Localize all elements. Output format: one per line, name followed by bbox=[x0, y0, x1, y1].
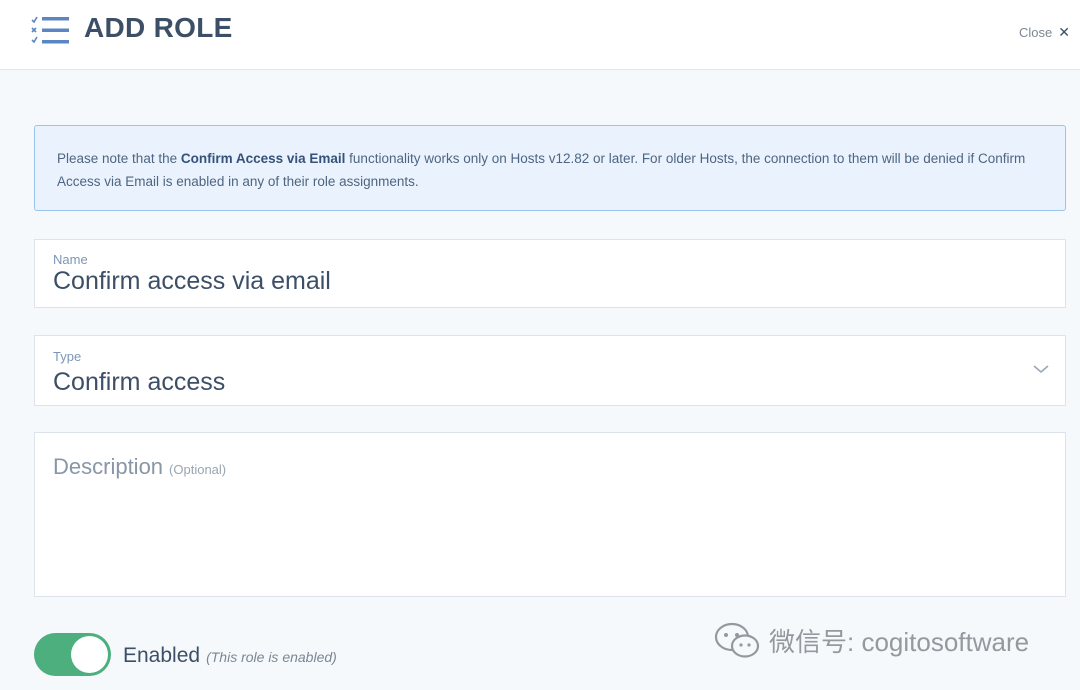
checklist-icon bbox=[31, 16, 69, 44]
dialog-header: ADD ROLE Close ✕ bbox=[0, 0, 1080, 70]
name-label: Name bbox=[53, 252, 88, 267]
close-button[interactable]: Close ✕ bbox=[1019, 24, 1070, 41]
watermark-text: 微信号: cogitosoftware bbox=[769, 626, 1030, 657]
type-select[interactable]: Type Confirm access bbox=[34, 335, 1066, 406]
toggle-knob[interactable] bbox=[71, 636, 108, 673]
notice-highlight: Confirm Access via Email bbox=[180, 151, 346, 166]
wechat-icon bbox=[714, 622, 760, 658]
notice-text-before: Please note that the bbox=[57, 151, 181, 166]
close-label: Close bbox=[1019, 25, 1053, 40]
chevron-down-icon[interactable] bbox=[1033, 363, 1049, 375]
type-label: Type bbox=[53, 349, 82, 364]
enabled-label: Enabled bbox=[123, 644, 201, 667]
type-selected-value[interactable]: Confirm access bbox=[53, 368, 225, 397]
description-placeholder: Description (Optional) bbox=[53, 454, 226, 480]
name-input[interactable]: Confirm access via email bbox=[53, 267, 331, 296]
description-optional: (Optional) bbox=[169, 462, 227, 477]
close-icon: ✕ bbox=[1058, 24, 1070, 40]
info-notice: Please note that the Confirm Access via … bbox=[34, 125, 1066, 211]
description-textarea[interactable]: Description (Optional) bbox=[34, 432, 1066, 597]
enabled-label-group: Enabled (This role is enabled) bbox=[123, 644, 337, 668]
enabled-toggle[interactable] bbox=[34, 633, 111, 676]
page-title: ADD ROLE bbox=[84, 12, 233, 43]
enabled-note: (This role is enabled) bbox=[206, 649, 337, 665]
description-label: Description bbox=[53, 454, 164, 479]
name-field[interactable]: Name Confirm access via email bbox=[34, 239, 1066, 308]
watermark: 微信号: cogitosoftware bbox=[713, 620, 1029, 660]
